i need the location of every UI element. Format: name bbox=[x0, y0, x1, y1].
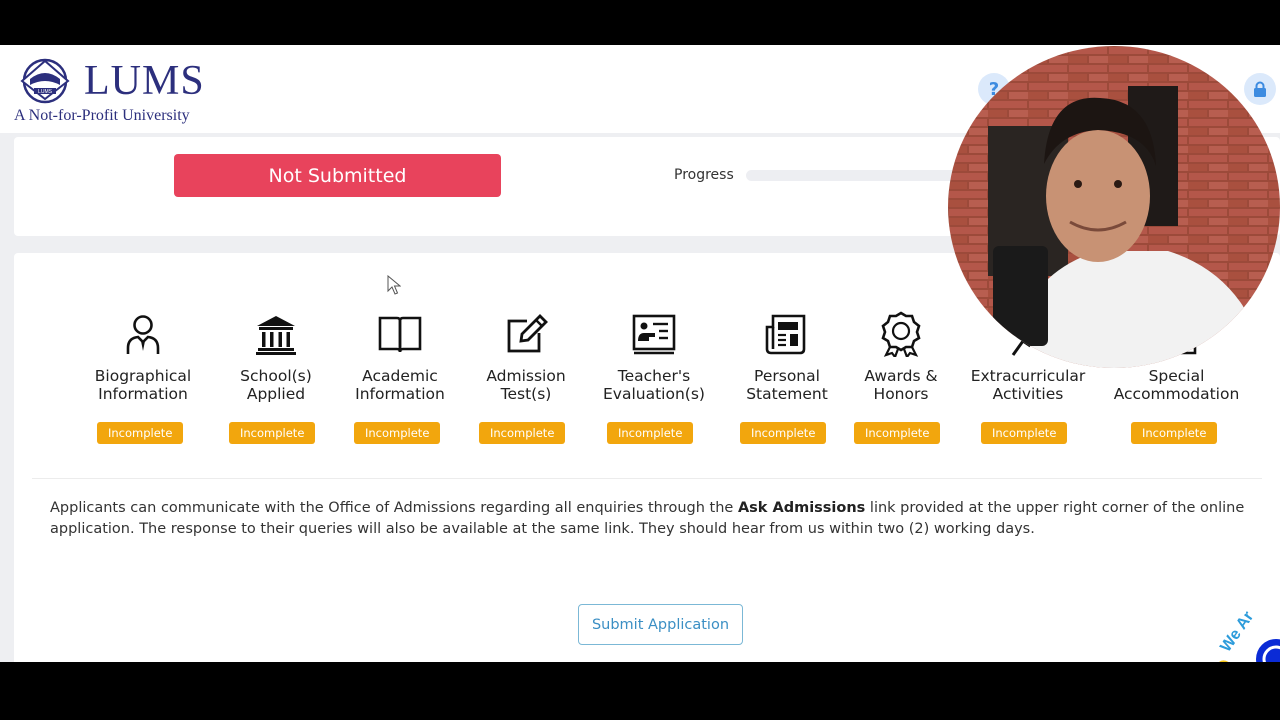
status-badge-schools: Incomplete bbox=[229, 422, 316, 444]
video-letterbox-top bbox=[0, 0, 1280, 45]
mouse-pointer-icon bbox=[387, 275, 401, 295]
chat-widget-text: We Ar bbox=[1217, 608, 1257, 655]
progress-label: Progress bbox=[674, 167, 734, 183]
status-badge-teachers-evaluation: Incomplete bbox=[607, 422, 694, 444]
section-schools-applied[interactable]: School(s) Applied bbox=[211, 311, 341, 403]
section-label: Special Accommodation bbox=[1113, 367, 1240, 403]
section-label: Biographical Information bbox=[94, 367, 192, 403]
presenter-webcam-overlay bbox=[948, 46, 1280, 368]
admissions-notice: Applicants can communicate with the Offi… bbox=[50, 498, 1250, 540]
presentation-icon bbox=[632, 314, 676, 355]
status-badge-admission-tests: Incomplete bbox=[479, 422, 566, 444]
logo-tagline: A Not-for-Profit University bbox=[14, 107, 190, 124]
status-badge-extracurricular: Incomplete bbox=[981, 422, 1068, 444]
section-academic-information[interactable]: Academic Information bbox=[335, 311, 465, 403]
section-label: Extracurricular Activities bbox=[970, 367, 1086, 403]
section-personal-statement[interactable]: Personal Statement bbox=[722, 311, 852, 403]
logo-wordmark: LUMS bbox=[84, 58, 205, 104]
application-viewport: LUMS LUMS A Not-for-Profit University ? … bbox=[0, 45, 1280, 662]
submission-status-badge: Not Submitted bbox=[174, 154, 501, 197]
institution-icon bbox=[256, 316, 296, 355]
section-label: Teacher's Evaluation(s) bbox=[603, 367, 705, 403]
section-admission-tests[interactable]: Admission Test(s) bbox=[461, 311, 591, 403]
lums-logo[interactable]: LUMS LUMS A Not-for-Profit University bbox=[12, 53, 222, 129]
notice-text-before: Applicants can communicate with the Offi… bbox=[50, 500, 738, 516]
section-label: Awards & Honors bbox=[864, 367, 938, 403]
status-badge-awards: Incomplete bbox=[854, 422, 941, 444]
ask-admissions-link-reference: Ask Admissions bbox=[737, 500, 866, 516]
svg-text:LUMS: LUMS bbox=[38, 89, 53, 95]
award-icon bbox=[881, 311, 921, 357]
section-awards-honors[interactable]: Awards & Honors bbox=[841, 311, 961, 403]
submit-application-button[interactable]: Submit Application bbox=[578, 604, 743, 645]
divider bbox=[32, 478, 1262, 479]
status-badge-biographical: Incomplete bbox=[97, 422, 184, 444]
lums-emblem-icon: LUMS bbox=[20, 58, 70, 104]
section-label: School(s) Applied bbox=[240, 367, 312, 403]
book-icon bbox=[378, 316, 422, 353]
section-biographical-information[interactable]: Biographical Information bbox=[68, 311, 218, 403]
section-label: Academic Information bbox=[355, 367, 445, 403]
section-teachers-evaluations[interactable]: Teacher's Evaluation(s) bbox=[584, 311, 724, 403]
status-badge-special-accommodation: Incomplete bbox=[1131, 422, 1218, 444]
person-icon bbox=[126, 315, 160, 354]
section-label: Personal Statement bbox=[746, 367, 828, 403]
video-letterbox-bottom bbox=[0, 662, 1280, 720]
newspaper-icon bbox=[765, 314, 806, 355]
status-badge-personal-statement: Incomplete bbox=[740, 422, 827, 444]
lock-icon[interactable] bbox=[1244, 73, 1276, 105]
status-badge-academic: Incomplete bbox=[354, 422, 441, 444]
chat-widget[interactable]: We Ar bbox=[1210, 593, 1280, 662]
section-label: Admission Test(s) bbox=[486, 367, 566, 403]
edit-icon bbox=[507, 314, 548, 353]
